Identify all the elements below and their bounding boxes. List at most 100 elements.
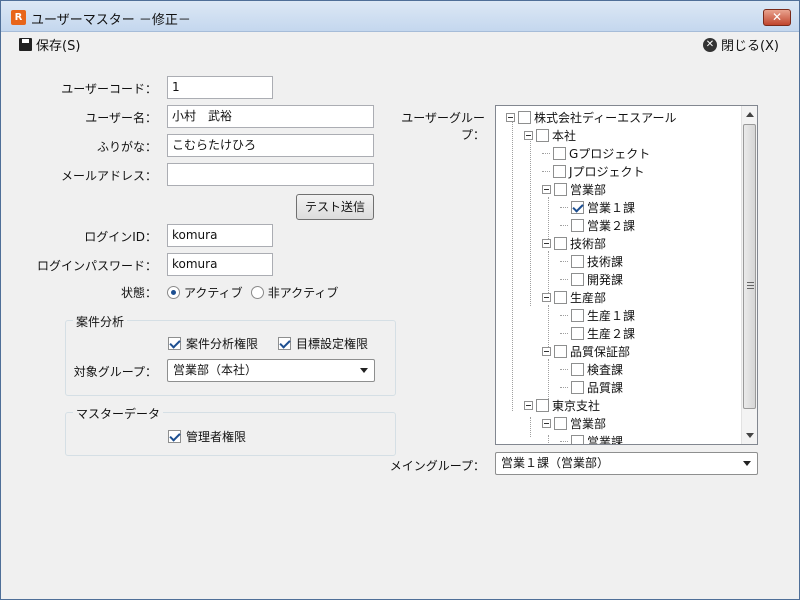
tree-node[interactable]: 技術課	[560, 253, 623, 269]
furigana-input[interactable]: こむらたけひろ	[167, 134, 374, 157]
admin-permission-checkbox[interactable]: 管理者権限	[168, 428, 246, 445]
collapse-icon[interactable]	[542, 418, 551, 428]
tree-node-label: 開発課	[587, 272, 624, 287]
tree-node-checkbox[interactable]	[571, 326, 584, 340]
main-group-select[interactable]: 営業１課（営業部）	[495, 452, 758, 475]
tree-guide-line	[548, 435, 549, 444]
scrollbar-thumb[interactable]	[743, 124, 756, 409]
status-label: 状態：	[120, 286, 157, 300]
tree-node[interactable]: 技術部	[542, 235, 606, 251]
tree-scrollbar[interactable]	[741, 106, 757, 444]
tree-node-checkbox[interactable]	[518, 110, 531, 124]
collapse-icon[interactable]	[524, 130, 533, 140]
save-button-label: 保存(S)	[36, 39, 81, 54]
close-button[interactable]: ✕ 閉じる(X)	[702, 35, 779, 54]
user-code-input[interactable]: 1	[167, 76, 273, 99]
tree-node[interactable]: 本社	[524, 127, 576, 143]
tree-node-label: 品質課	[587, 380, 624, 395]
tree-node-checkbox[interactable]	[571, 434, 584, 444]
user-master-window: R ユーザーマスター －修正－ ✕ 保存(S) ✕ 閉じる(X) ユーザーコード…	[0, 0, 800, 600]
tree-node-label: 品質保証部	[570, 344, 631, 359]
tree-node[interactable]: 生産部	[542, 289, 606, 305]
tree-node[interactable]: 営業課	[560, 433, 623, 444]
furigana-label: ふりがな：	[96, 140, 157, 154]
chevron-down-icon	[743, 461, 751, 466]
toolbar: 保存(S) ✕ 閉じる(X)	[1, 32, 799, 56]
tree-node[interactable]: 東京支社	[524, 397, 600, 413]
email-input[interactable]	[167, 163, 374, 186]
tree-node-checkbox[interactable]	[553, 164, 566, 178]
tree-node[interactable]: 生産１課	[560, 307, 635, 323]
tree-node-label: 株式会社ディーエスアール	[534, 110, 677, 125]
tree-node-label: 技術課	[587, 254, 624, 269]
save-button[interactable]: 保存(S)	[19, 35, 80, 54]
tree-branch-line	[542, 170, 550, 172]
collapse-icon[interactable]	[542, 238, 551, 248]
tree-node-checkbox[interactable]	[536, 398, 549, 412]
user-group-tree[interactable]: 株式会社ディーエスアール 本社 Gプロジェクト Jプロジェクト 営業部 営業１課 営業２課技…	[495, 105, 758, 445]
case-analysis-permission-check[interactable]	[168, 337, 181, 350]
tree-node-checkbox[interactable]	[536, 128, 549, 142]
tree-node-checkbox[interactable]	[553, 146, 566, 160]
case-analysis-permission-checkbox[interactable]: 案件分析権限	[168, 335, 258, 352]
collapse-icon[interactable]	[542, 346, 551, 356]
tree-node-checkbox[interactable]	[571, 218, 584, 232]
tree-node[interactable]: 品質保証部	[542, 343, 630, 359]
login-id-label: ログインID：	[84, 230, 157, 244]
tree-node[interactable]: 検査課	[560, 361, 623, 377]
status-inactive-radio[interactable]	[250, 286, 264, 299]
tree-branch-line	[560, 278, 568, 280]
login-id-input[interactable]: komura	[167, 224, 273, 247]
chevron-down-icon	[360, 368, 368, 373]
login-password-input[interactable]: komura	[167, 253, 273, 276]
tree-branch-line	[542, 152, 550, 154]
main-group-value: 営業１課（営業部）	[501, 456, 610, 470]
tree-node-checkbox[interactable]	[571, 254, 584, 268]
user-name-input[interactable]: 小村 武裕	[167, 105, 374, 128]
tree-node[interactable]: 生産２課	[560, 325, 635, 341]
scroll-down-arrow-icon[interactable]	[746, 433, 754, 438]
tree-node[interactable]: 品質課	[560, 379, 623, 395]
collapse-icon[interactable]	[524, 400, 533, 410]
window-title: ユーザーマスター －修正－	[31, 13, 191, 28]
tree-guide-line	[548, 197, 549, 239]
tree-node[interactable]: 営業１課	[560, 199, 635, 215]
tree-node-checkbox[interactable]	[554, 236, 567, 250]
collapse-icon[interactable]	[542, 184, 551, 194]
tree-node[interactable]: 株式会社ディーエスアール	[506, 109, 676, 125]
target-group-select[interactable]: 営業部（本社）	[167, 359, 375, 382]
tree-node[interactable]: 営業部	[542, 181, 606, 197]
tree-node-checkbox[interactable]	[571, 362, 584, 376]
tree-guide-line	[512, 120, 513, 411]
tree-node[interactable]: 営業部	[542, 415, 606, 431]
collapse-icon[interactable]	[542, 292, 551, 302]
status-active-radio[interactable]	[167, 286, 180, 299]
tree-node[interactable]: 開発課	[560, 271, 623, 287]
test-send-button[interactable]: テスト送信	[296, 194, 374, 220]
tree-node-checkbox[interactable]	[571, 200, 584, 214]
tree-node-checkbox[interactable]	[571, 308, 584, 322]
user-group-label: ユーザーグループ：	[401, 111, 485, 142]
goal-setting-permission-checkbox[interactable]: 目標設定権限	[278, 335, 368, 352]
collapse-icon[interactable]	[506, 112, 515, 122]
tree-node[interactable]: Gプロジェクト	[542, 145, 650, 161]
scroll-up-arrow-icon[interactable]	[746, 112, 754, 117]
target-group-label: 対象グループ：	[73, 365, 157, 379]
tree-node-label: 検査課	[587, 362, 624, 377]
tree-node-checkbox[interactable]	[554, 290, 567, 304]
tree-node-checkbox[interactable]	[554, 416, 567, 430]
tree-node[interactable]: 営業２課	[560, 217, 635, 233]
tree-node[interactable]: Jプロジェクト	[542, 163, 645, 179]
tree-node-checkbox[interactable]	[554, 182, 567, 196]
tree-node-checkbox[interactable]	[571, 272, 584, 286]
tree-node-checkbox[interactable]	[554, 344, 567, 358]
admin-permission-check[interactable]	[168, 430, 181, 443]
tree-node-checkbox[interactable]	[571, 380, 584, 394]
window-close-button[interactable]: ✕	[763, 9, 791, 26]
user-name-label: ユーザー名：	[85, 111, 157, 125]
case-analysis-group	[65, 320, 396, 396]
goal-setting-permission-check[interactable]	[278, 337, 291, 350]
tree-branch-line	[560, 440, 568, 442]
case-analysis-permission-label: 案件分析権限	[186, 337, 259, 351]
main-group-label: メイングループ：	[389, 459, 485, 473]
